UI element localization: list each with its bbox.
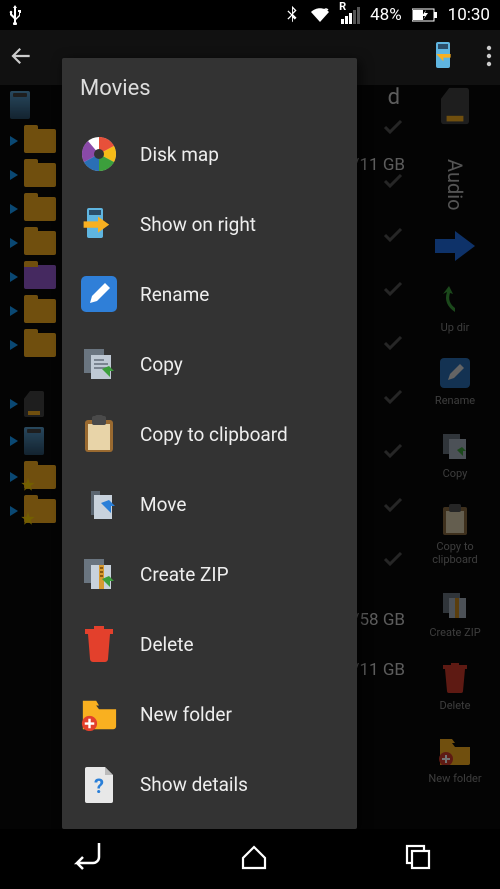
menu-label: Rename	[140, 283, 209, 306]
new-folder-icon	[80, 695, 118, 733]
menu-copy-to-clipboard[interactable]: Copy to clipboard	[62, 399, 357, 469]
menu-label: New folder	[140, 703, 232, 726]
menu-label: Delete	[140, 633, 194, 656]
bluetooth-icon	[285, 5, 299, 25]
usb-icon	[8, 5, 22, 25]
menu-create-zip[interactable]: Create ZIP	[62, 539, 357, 609]
wifi-icon	[309, 6, 331, 24]
menu-label: Copy to clipboard	[140, 423, 288, 446]
disk-map-icon	[80, 135, 118, 173]
move-icon	[80, 485, 118, 523]
menu-label: Show details	[140, 773, 248, 796]
android-nav-bar	[0, 829, 500, 889]
copy-icon	[80, 345, 118, 383]
menu-label: Create ZIP	[140, 563, 229, 586]
move-right-icon	[80, 205, 118, 243]
svg-text:?: ?	[94, 774, 104, 798]
menu-delete[interactable]: Delete	[62, 609, 357, 679]
clipboard-icon	[80, 415, 118, 453]
storage-icon[interactable]	[429, 40, 461, 76]
clock-text: 10:30	[448, 5, 490, 25]
nav-home-button[interactable]	[241, 844, 267, 874]
signal-icon: R	[341, 7, 360, 24]
nav-back-button[interactable]	[69, 843, 103, 875]
menu-disk-map[interactable]: Disk map	[62, 119, 357, 189]
nav-recent-button[interactable]	[405, 844, 431, 874]
overflow-menu-icon[interactable]	[486, 44, 492, 72]
menu-show-details[interactable]: ? Show details	[62, 749, 357, 819]
delete-icon	[80, 625, 118, 663]
context-menu-title: Movies	[62, 68, 357, 119]
battery-text: 48%	[370, 5, 402, 25]
rename-icon	[80, 275, 118, 313]
menu-new-folder[interactable]: New folder	[62, 679, 357, 749]
menu-rename[interactable]: Rename	[62, 259, 357, 329]
menu-label: Move	[140, 493, 186, 516]
battery-icon	[412, 8, 438, 22]
menu-label: Disk map	[140, 143, 219, 166]
menu-label: Show on right	[140, 213, 256, 236]
status-bar: R 48% 10:30	[0, 0, 500, 30]
menu-show-on-right[interactable]: Show on right	[62, 189, 357, 259]
menu-copy[interactable]: Copy	[62, 329, 357, 399]
back-button[interactable]	[8, 43, 34, 73]
zip-icon	[80, 555, 118, 593]
context-menu: Movies Disk map Show on right Rename Cop…	[62, 58, 357, 829]
menu-move[interactable]: Move	[62, 469, 357, 539]
details-icon: ?	[80, 765, 118, 803]
menu-label: Copy	[140, 353, 183, 376]
